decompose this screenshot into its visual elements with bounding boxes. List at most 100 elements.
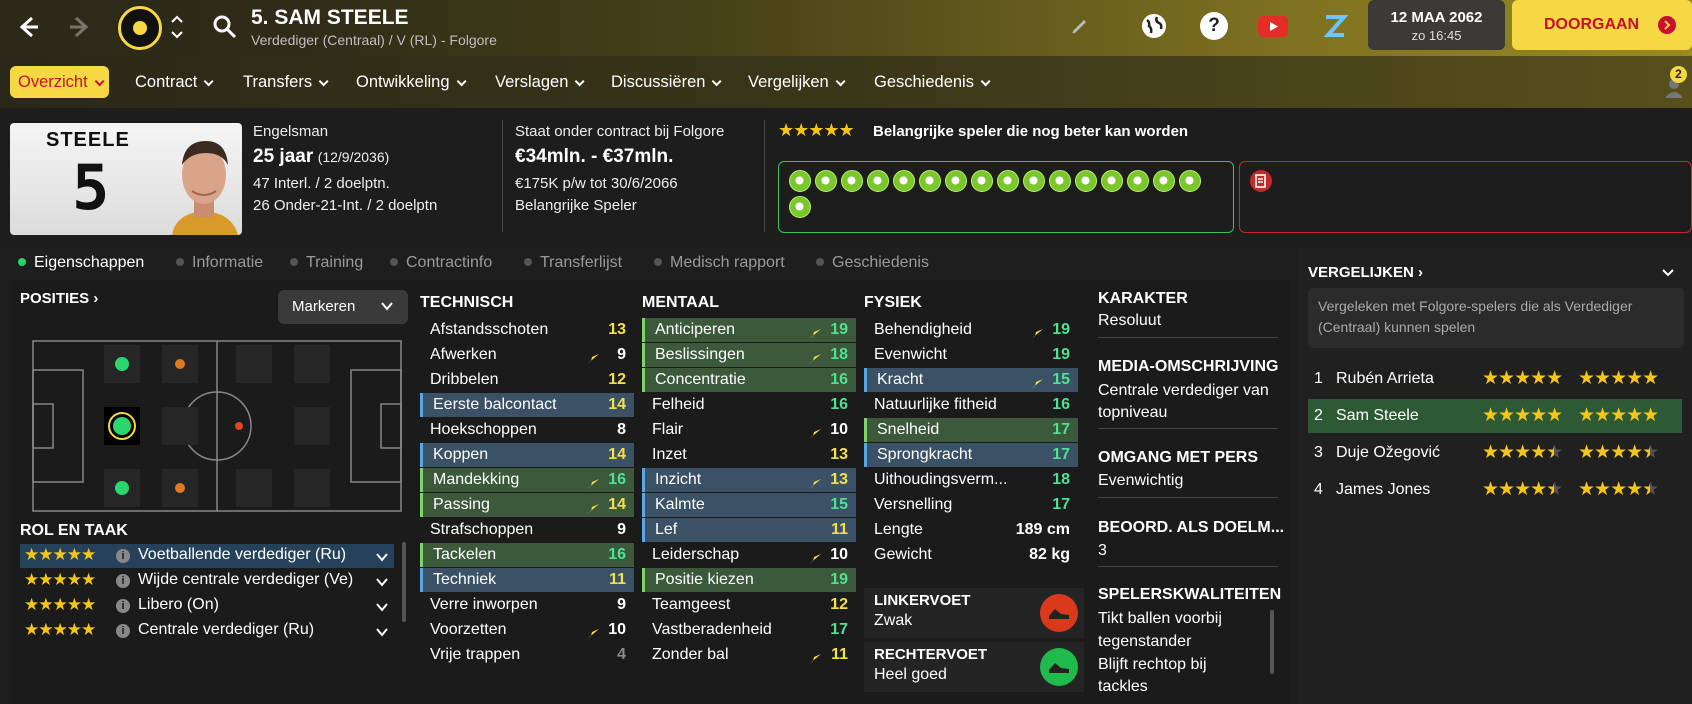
chart-icon[interactable] [997, 170, 1019, 192]
positions-title[interactable]: POSITIES › [20, 290, 98, 307]
wave-icon[interactable] [1179, 170, 1201, 192]
attribute-row[interactable]: Positie kiezen 19 [642, 568, 856, 592]
notifications-icon[interactable]: 2 [1662, 66, 1690, 100]
attribute-row[interactable]: Natuurlijke fitheid 16 [864, 393, 1078, 417]
mark-dropdown[interactable]: Markeren [278, 290, 408, 324]
forward-arrow-icon[interactable] [64, 10, 98, 44]
edit-icon[interactable] [1070, 16, 1090, 36]
attribute-row[interactable]: Beslissingen 18 [642, 343, 856, 367]
tab-medical[interactable]: Medisch rapport [654, 248, 785, 278]
attribute-row[interactable]: Kalmte 15 [642, 493, 856, 517]
star-icon[interactable] [789, 170, 811, 192]
nav-history[interactable]: Geschiedenis [866, 66, 995, 98]
z-icon[interactable] [1322, 12, 1349, 40]
roles-scrollbar[interactable] [402, 542, 406, 622]
nav-overview[interactable]: Overzicht [10, 66, 109, 98]
chevron-down-icon[interactable] [376, 575, 388, 587]
tab-contract-info[interactable]: Contractinfo [390, 248, 492, 278]
help-icon[interactable]: ? [1200, 12, 1228, 40]
youtube-icon[interactable] [1258, 16, 1288, 37]
target-icon[interactable] [1023, 170, 1045, 192]
chevron-down-icon[interactable] [376, 600, 388, 612]
info-scrollbar[interactable] [1270, 610, 1274, 674]
continue-button[interactable]: DOORGAAN [1512, 0, 1692, 50]
attribute-row[interactable]: Eerste balcontact 14 [420, 393, 634, 417]
flag-icon[interactable] [841, 170, 863, 192]
flask-icon[interactable] [893, 170, 915, 192]
chevron-down-icon[interactable] [376, 625, 388, 637]
pitch-icon[interactable] [789, 196, 811, 218]
attribute-row[interactable]: Evenwicht 19 [864, 343, 1078, 367]
attribute-row[interactable]: Afwerken 9 [420, 343, 634, 367]
compare-row[interactable]: 1 Rubén Arrieta ★★★★★ ★★★★★ [1308, 362, 1682, 396]
glove-icon[interactable] [919, 170, 941, 192]
info-icon[interactable]: i [116, 624, 130, 638]
attribute-row[interactable]: Verre inworpen 9 [420, 593, 634, 617]
info-icon[interactable]: i [116, 549, 130, 563]
attribute-row[interactable]: Voorzetten 10 [420, 618, 634, 642]
attribute-row[interactable]: Inzet 13 [642, 443, 856, 467]
attribute-row[interactable]: Felheid 16 [642, 393, 856, 417]
back-arrow-icon[interactable] [10, 10, 44, 44]
attribute-row[interactable]: Vastberadenheid 17 [642, 618, 856, 642]
attribute-row[interactable]: Lengte 189 cm [864, 518, 1078, 542]
compare-row[interactable]: 4 James Jones ★★★★★ ★★★★★ [1308, 473, 1682, 507]
nav-compare[interactable]: Vergelijken [740, 66, 850, 98]
document-icon[interactable] [1127, 170, 1149, 192]
attribute-row[interactable]: Teamgeest 12 [642, 593, 856, 617]
attribute-row[interactable]: Kracht 15 [864, 368, 1078, 392]
fist-icon[interactable] [1101, 170, 1123, 192]
nav-development[interactable]: Ontwikkeling [348, 66, 471, 98]
chevron-up-down-icon[interactable] [170, 12, 184, 42]
attribute-row[interactable]: Lef 11 [642, 518, 856, 542]
nav-contract[interactable]: Contract [127, 66, 218, 98]
chevron-down-icon[interactable] [376, 550, 388, 562]
attribute-row[interactable]: Flair 10 [642, 418, 856, 442]
tab-attributes[interactable]: Eigenschappen [18, 248, 144, 278]
tab-history[interactable]: Geschiedenis [816, 248, 929, 278]
attribute-row[interactable]: Tackelen 16 [420, 543, 634, 567]
compare-title[interactable]: VERGELIJKEN › [1308, 264, 1423, 281]
attribute-row[interactable]: Anticiperen 19 [642, 318, 856, 342]
role-row[interactable]: ★★★★★ i Centrale verdediger (Ru) [20, 619, 394, 643]
tackle-icon[interactable] [867, 170, 889, 192]
attribute-row[interactable]: Vrije trappen 4 [420, 643, 634, 667]
attribute-row[interactable]: Dribbelen 12 [420, 368, 634, 392]
attribute-row[interactable]: Hoekschoppen 8 [420, 418, 634, 442]
ball-icon[interactable] [945, 170, 967, 192]
info-icon[interactable]: i [116, 574, 130, 588]
attribute-row[interactable]: Gewicht 82 kg [864, 543, 1078, 567]
date-box[interactable]: 12 MAA 2062 zo 16:45 [1368, 0, 1505, 50]
document-icon[interactable] [1250, 170, 1272, 192]
boot-icon[interactable] [971, 170, 993, 192]
tab-training[interactable]: Training [290, 248, 363, 278]
attribute-row[interactable]: Mandekking 16 [420, 468, 634, 492]
lightbulb-icon[interactable] [815, 170, 837, 192]
role-row[interactable]: ★★★★★ i Wijde centrale verdediger (Ve) [20, 569, 394, 593]
role-row[interactable]: ★★★★★ i Voetballende verdediger (Ru) [20, 544, 394, 568]
info-icon[interactable]: i [116, 599, 130, 613]
attribute-row[interactable]: Zonder bal 11 [642, 643, 856, 667]
attribute-row[interactable]: Inzicht 13 [642, 468, 856, 492]
compare-row[interactable]: 3 Duje Ožegović ★★★★★ ★★★★★ [1308, 436, 1682, 470]
compare-row[interactable]: 2 Sam Steele ★★★★★ ★★★★★ [1308, 399, 1682, 433]
kick-icon[interactable] [1075, 170, 1097, 192]
nav-reports[interactable]: Verslagen [487, 66, 589, 98]
nav-discuss[interactable]: Discussiëren [603, 66, 726, 98]
document-icon[interactable] [1153, 170, 1175, 192]
tab-transfer-list[interactable]: Transferlijst [524, 248, 622, 278]
collapse-chevron-icon[interactable] [1660, 264, 1676, 280]
attribute-row[interactable]: Uithoudingsverm... 18 [864, 468, 1078, 492]
attribute-row[interactable]: Koppen 14 [420, 443, 634, 467]
tab-information[interactable]: Informatie [176, 248, 263, 278]
role-row[interactable]: ★★★★★ i Libero (On) [20, 594, 394, 618]
attribute-row[interactable]: Passing 14 [420, 493, 634, 517]
nav-transfers[interactable]: Transfers [235, 66, 333, 98]
globe-icon[interactable] [1140, 12, 1168, 40]
wings-icon[interactable] [1049, 170, 1071, 192]
club-badge-icon[interactable] [118, 6, 162, 50]
search-icon[interactable] [212, 14, 238, 40]
attribute-row[interactable]: Snelheid 17 [864, 418, 1078, 442]
attribute-row[interactable]: Concentratie 16 [642, 368, 856, 392]
attribute-row[interactable]: Afstandsschoten 13 [420, 318, 634, 342]
